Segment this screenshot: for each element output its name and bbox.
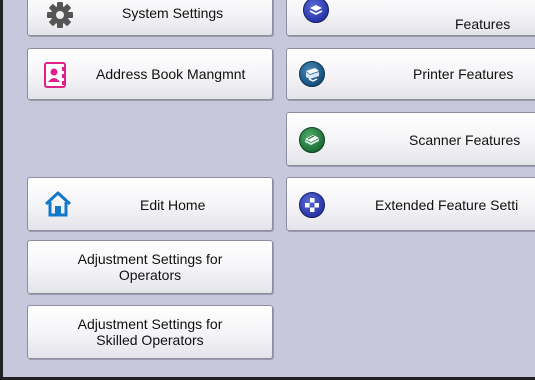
printer-icon <box>299 61 325 87</box>
scanner-features-button[interactable]: Scanner Features <box>286 112 535 166</box>
system-settings-button[interactable]: System Settings <box>27 0 273 36</box>
address-book-label: Address Book Mangmnt <box>96 66 246 82</box>
features-button[interactable]: Features <box>286 0 535 36</box>
features-label: Features <box>455 16 511 32</box>
address-book-icon <box>44 62 68 91</box>
features-icon <box>303 0 329 23</box>
screen-panel: System Settings Address Book Mangmnt Edi… <box>0 0 535 380</box>
address-book-button[interactable]: Address Book Mangmnt <box>27 48 273 100</box>
extended-feature-settings-button[interactable]: Extended Feature Setti <box>286 177 535 231</box>
extended-feature-icon <box>299 192 325 218</box>
printer-features-label: Printer Features <box>413 66 514 82</box>
adjustment-settings-operators-label: Adjustment Settings for Operators <box>77 251 223 283</box>
edit-home-button[interactable]: Edit Home <box>27 177 273 231</box>
system-settings-label: System Settings <box>122 5 224 21</box>
adjustment-settings-skilled-label: Adjustment Settings for Skilled Operator… <box>77 316 223 348</box>
home-icon <box>44 191 72 220</box>
scanner-features-label: Scanner Features <box>409 132 521 148</box>
scanner-icon <box>299 127 325 153</box>
adjustment-settings-skilled-button[interactable]: Adjustment Settings for Skilled Operator… <box>27 305 273 359</box>
printer-features-button[interactable]: Printer Features <box>286 48 535 100</box>
adjustment-settings-operators-button[interactable]: Adjustment Settings for Operators <box>27 240 273 294</box>
extended-feature-settings-label: Extended Feature Setti <box>375 197 519 213</box>
edit-home-label: Edit Home <box>140 197 206 213</box>
gear-icon <box>46 1 74 32</box>
